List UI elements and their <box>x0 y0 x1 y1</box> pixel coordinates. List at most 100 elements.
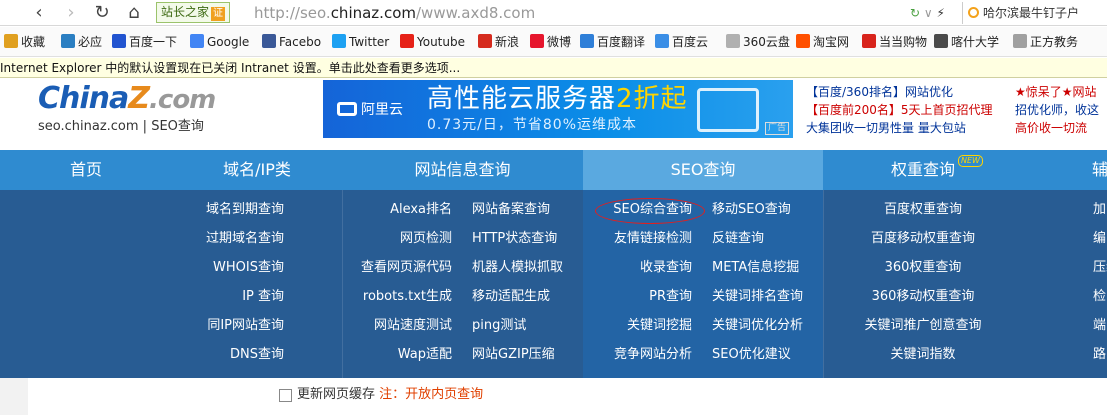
nav-domain-ip[interactable]: 域名/IP类 <box>172 150 342 190</box>
dropdown-link[interactable]: 收录查询 <box>640 259 692 277</box>
ie-info-bar[interactable]: Internet Explorer 中的默认设置现在已关闭 Intranet 设… <box>0 58 1107 78</box>
dropdown-link[interactable]: 机器人模拟抓取 <box>472 259 563 277</box>
dropdown-link[interactable]: 移动SEO查询 <box>712 201 791 219</box>
ad-link-1[interactable]: 【百度/360排名】网站优化 <box>806 83 993 101</box>
dropdown-link[interactable]: 反链查询 <box>712 230 764 248</box>
dropdown-link[interactable]: ping测试 <box>472 317 526 335</box>
search-input[interactable]: 哈尔滨最牛钉子户 <box>962 2 1107 24</box>
site-badge-label: 站长之家 <box>161 5 210 19</box>
bookmark-google[interactable]: Google <box>190 27 249 57</box>
nav-seo[interactable]: SEO查询 <box>583 150 823 190</box>
main-nav: 首页 域名/IP类 网站信息查询 SEO查询 权重查询 NEW 辅 <box>0 150 1107 190</box>
bookmark-weibo[interactable]: 微博 <box>530 27 571 57</box>
dropdown-link[interactable]: 竞争网站分析 <box>614 346 692 364</box>
ad-link-4[interactable]: ★惊呆了★网站 <box>1015 83 1099 101</box>
dropdown-link[interactable]: robots.txt生成 <box>363 288 452 306</box>
bookmark-dangdang[interactable]: 当当购物 <box>862 27 927 57</box>
dropdown-link[interactable]: 友情链接检测 <box>614 230 692 248</box>
dropdown-link[interactable]: 360移动权重查询 <box>843 288 1003 306</box>
address-tools: ↻ ∨ ⚡ <box>910 3 945 23</box>
home-icon[interactable]: ⌂ <box>123 2 145 24</box>
aliyun-banner[interactable]: 阿里云 高性能云服务器2折起 0.73元/日，节省80%运维成本 广告 <box>323 80 793 138</box>
kashi-univ-icon <box>934 34 948 48</box>
bookmark-youtube[interactable]: Youtube <box>400 27 465 57</box>
bookmark-baidu-cloud[interactable]: 百度云 <box>655 27 708 57</box>
refresh-icon[interactable]: ↻ <box>91 2 113 24</box>
dropdown-link[interactable]: 过期域名查询 <box>206 230 284 248</box>
inner-page-note: 注：开放内页查询 <box>379 387 484 402</box>
ad-link-3[interactable]: 大集团收一切男性量 量大包站 <box>806 119 993 137</box>
red-highlight-circle <box>595 198 705 224</box>
ad-link-5[interactable]: 招优化师，收这 <box>1015 101 1099 119</box>
ad-tag: 广告 <box>764 122 789 135</box>
dropdown-icon[interactable]: ∨ <box>924 6 933 20</box>
bookmark-sina[interactable]: 新浪 <box>478 27 519 57</box>
dropdown-link[interactable]: 网站速度测试 <box>374 317 452 335</box>
bookmark-collect[interactable]: 收藏 <box>4 27 45 57</box>
dropdown-link[interactable]: 加 <box>1093 201 1106 219</box>
chinaz-logo[interactable]: ChinaZ.com seo.chinaz.com | SEO查询 <box>38 83 216 136</box>
dropdown-link[interactable]: Alexa排名 <box>390 201 452 219</box>
bookmark-kashi-univ[interactable]: 喀什大学 <box>934 27 999 57</box>
dropdown-link[interactable]: 压缩 <box>1093 259 1107 277</box>
bookmark-facebook[interactable]: Facebo <box>262 27 321 57</box>
nav-home[interactable]: 首页 <box>0 150 172 190</box>
forward-icon[interactable]: › <box>60 2 82 24</box>
info-bar-text: Internet Explorer 中的默认设置现在已关闭 Intranet 设… <box>0 61 461 75</box>
dropdown-link[interactable]: 网站备案查询 <box>472 201 550 219</box>
dropdown-link[interactable]: 关键词挖掘 <box>627 317 692 335</box>
bookmark-label: 百度翻译 <box>597 35 646 49</box>
dropdown-link[interactable]: PR查询 <box>649 288 692 306</box>
logo-word: ChinaZ.com <box>38 83 216 116</box>
dropdown-link[interactable]: 360权重查询 <box>843 259 1003 277</box>
nav-weight[interactable]: 权重查询 <box>823 150 1023 190</box>
update-cache-checkbox[interactable] <box>279 389 292 402</box>
dropdown-link[interactable]: WHOIS查询 <box>213 259 284 277</box>
ad-link-2[interactable]: 【百度前200名】5天上首页招代理 <box>806 101 993 119</box>
dropdown-link[interactable]: 百度移动权重查询 <box>843 230 1003 248</box>
dropdown-link[interactable]: 移动适配生成 <box>472 288 550 306</box>
bookmark-bing[interactable]: 必应 <box>61 27 102 57</box>
dropdown-link[interactable]: Wap适配 <box>398 346 452 364</box>
dropdown-link[interactable]: SEO优化建议 <box>712 346 791 364</box>
bookmark-baidu[interactable]: 百度一下 <box>112 27 177 57</box>
bookmark-twitter[interactable]: Twitter <box>332 27 389 57</box>
nav-site-info[interactable]: 网站信息查询 <box>342 150 583 190</box>
compat-icon[interactable]: ↻ <box>910 6 920 20</box>
back-icon[interactable]: ‹ <box>28 2 50 24</box>
facebook-icon <box>262 34 276 48</box>
dropdown-link[interactable]: DNS查询 <box>230 346 284 364</box>
lightning-icon[interactable]: ⚡ <box>937 6 945 20</box>
dropdown-link[interactable]: 路由 <box>1093 346 1107 364</box>
dropdown-link[interactable]: 检 <box>1093 288 1106 306</box>
dropdown-link[interactable]: HTTP状态查询 <box>472 230 557 248</box>
nav-more[interactable]: 辅 <box>1080 150 1107 190</box>
dropdown-link[interactable]: 同IP网站查询 <box>207 317 284 335</box>
bookmark-zhengfang[interactable]: 正方教务 <box>1013 27 1078 57</box>
bookmark-taobao[interactable]: 淘宝网 <box>796 27 849 57</box>
dropdown-link[interactable]: 查看网页源代码 <box>361 259 452 277</box>
dropdown-link[interactable]: 网站GZIP压缩 <box>472 346 555 364</box>
dropdown-link[interactable]: META信息挖掘 <box>712 259 799 277</box>
dropdown-link[interactable]: 关键词推广创意查询 <box>843 317 1003 335</box>
bookmark-yunpan-360[interactable]: 360云盘 <box>726 27 790 57</box>
bottom-panel <box>28 378 1107 415</box>
sina-icon <box>478 34 492 48</box>
bookmark-baidu-translate[interactable]: 百度翻译 <box>580 27 645 57</box>
dropdown-link[interactable]: 关键词指数 <box>843 346 1003 364</box>
dropdown-link[interactable]: 百度权重查询 <box>843 201 1003 219</box>
dropdown-link[interactable]: 端 <box>1093 317 1106 335</box>
baidu-cloud-icon <box>655 34 669 48</box>
ad-link-6[interactable]: 高价收一切流 <box>1015 119 1099 137</box>
bookmark-label: 淘宝网 <box>813 35 850 49</box>
dropdown-link[interactable]: IP 查询 <box>242 288 284 306</box>
dropdown-link[interactable]: 域名到期查询 <box>206 201 284 219</box>
site-badge[interactable]: 站长之家证 <box>156 2 231 23</box>
collect-icon <box>4 34 18 48</box>
dropdown-link[interactable]: 网页检测 <box>400 230 452 248</box>
dropdown-link[interactable]: 关键词排名查询 <box>712 288 803 306</box>
dropdown-link[interactable]: 编 <box>1093 230 1106 248</box>
url-input[interactable]: http://seo.chinaz.com/www.axd8.com <box>254 3 535 23</box>
address-bar: ‹ › ↻ ⌂ 站长之家证 http://seo.chinaz.com/www.… <box>0 0 1107 26</box>
dropdown-link[interactable]: 关键词优化分析 <box>712 317 803 335</box>
